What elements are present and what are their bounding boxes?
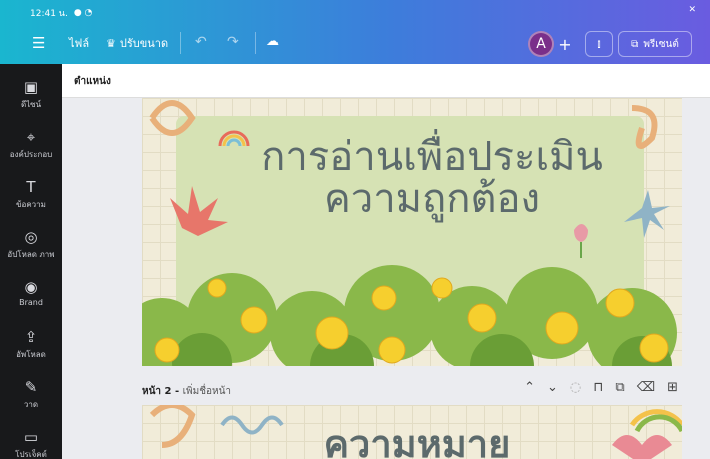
hide-icon[interactable]: ◌ (570, 380, 581, 395)
sidebar-item-upload[interactable]: ⇪ อัพโหลด (0, 328, 62, 361)
crown-icon: ♛ (106, 36, 116, 50)
tulip-icon (574, 224, 588, 242)
add-collaborator-button[interactable]: + (555, 31, 575, 57)
resize-label: ปรับขนาด (119, 37, 169, 50)
position-bar: ตำแหน่ง (62, 64, 710, 98)
delete-icon[interactable]: ⌫ (637, 380, 655, 395)
file-menu[interactable]: ไฟล์ (69, 34, 89, 52)
folder-icon: ▭ (23, 428, 39, 446)
lock-icon[interactable]: ⊓ (593, 380, 603, 395)
slide-1[interactable]: การอ่านเพื่อประเมิน ความถูกต้อง (142, 98, 682, 366)
chevron-down-icon[interactable]: ⌄ (547, 380, 558, 395)
top-toolbar: 12:41 น. ● ◔ ✕ ☰ ไฟล์ ♛ ปรับขนาด ↶ ↷ ☁ A… (0, 0, 710, 64)
page-2-bar: หน้า 2 - เพิ่มชื่อหน้า ⌃ ⌄ ◌ ⊓ ⧉ ⌫ ⊞ (142, 378, 682, 402)
left-sidebar: ▣ ดีไซน์ ⌖ องค์ประกอบ T ข้อความ ◎ อัปโหล… (0, 64, 62, 459)
swirl-decoration (149, 100, 196, 136)
add-page-icon[interactable]: ⊞ (667, 380, 678, 395)
elements-icon: ⌖ (26, 128, 36, 146)
title-line-2: ความถูกต้อง (323, 176, 540, 222)
resize-button[interactable]: ♛ ปรับขนาด (106, 34, 168, 52)
slide-1-title[interactable]: การอ่านเพื่อประเมิน ความถูกต้อง (202, 136, 662, 220)
design-icon: ▣ (23, 78, 39, 96)
duplicate-icon[interactable]: ⧉ (615, 380, 624, 395)
status-right-icons: ✕ (688, 5, 696, 15)
slide-2[interactable]: ความหมาย (142, 405, 682, 459)
brand-icon: ◉ (24, 278, 38, 296)
redo-icon[interactable]: ↷ (227, 34, 239, 50)
sidebar-item-label: ข้อความ (16, 200, 46, 209)
status-icons: ● ◔ (73, 8, 93, 18)
bar-chart-icon: ⫾ (597, 38, 601, 50)
sidebar-item-elements[interactable]: ⌖ องค์ประกอบ (0, 128, 62, 161)
sidebar-item-label: ดีไซน์ (20, 100, 42, 109)
page-number: หน้า 2 - (142, 386, 183, 397)
heart-shape (612, 435, 672, 459)
add-page-title[interactable]: เพิ่มชื่อหน้า (183, 386, 231, 397)
sidebar-item-label: อัปโหลด ภาพ (7, 250, 55, 259)
avatar[interactable]: A (528, 31, 554, 57)
draw-icon: ✎ (24, 378, 38, 396)
file-label: ไฟล์ (69, 37, 90, 50)
menu-icon[interactable]: ☰ (32, 34, 45, 52)
position-button[interactable]: ตำแหน่ง (74, 74, 111, 89)
upload-icon: ⇪ (24, 328, 38, 346)
status-bar: 12:41 น. ● ◔ (30, 6, 92, 20)
title-line-1: การอ่านเพื่อประเมิน (261, 134, 603, 180)
sidebar-item-label: องค์ประกอบ (9, 150, 53, 159)
page-tools: ⌃ ⌄ ◌ ⊓ ⧉ ⌫ ⊞ (524, 380, 678, 395)
sidebar-item-text[interactable]: T ข้อความ (0, 178, 62, 211)
present-button[interactable]: ⧉ พรีเซนต์ (618, 31, 692, 57)
sidebar-item-photos[interactable]: ◎ อัปโหลด ภาพ (0, 228, 62, 261)
sidebar-item-design[interactable]: ▣ ดีไซน์ (0, 78, 62, 111)
divider (255, 32, 256, 54)
camera-icon: ◎ (24, 228, 38, 246)
sidebar-item-label: อัพโหลด (16, 350, 46, 359)
slide-2-title[interactable]: ความหมาย (282, 413, 552, 459)
text-icon: T (26, 178, 36, 196)
sidebar-item-projects[interactable]: ▭ โปรเจ็คต์ (0, 428, 62, 459)
sidebar-item-label: โปรเจ็คต์ (15, 450, 47, 459)
insights-button[interactable]: ⫾ (585, 31, 613, 57)
divider (180, 32, 181, 54)
sidebar-item-label: วาด (23, 400, 39, 409)
status-time: 12:41 น. (30, 9, 68, 19)
sidebar-item-draw[interactable]: ✎ วาด (0, 378, 62, 411)
avatar-initial: A (536, 36, 546, 52)
undo-icon[interactable]: ↶ (195, 34, 207, 50)
sidebar-item-brand[interactable]: ◉ Brand (0, 278, 62, 307)
cloud-saved-icon[interactable]: ☁ (266, 34, 279, 49)
present-icon: ⧉ (631, 38, 639, 50)
present-label: พรีเซนต์ (643, 38, 679, 50)
chevron-up-icon[interactable]: ⌃ (524, 380, 535, 395)
page-2-label: หน้า 2 - เพิ่มชื่อหน้า (142, 384, 231, 399)
sidebar-item-label: Brand (19, 298, 43, 307)
